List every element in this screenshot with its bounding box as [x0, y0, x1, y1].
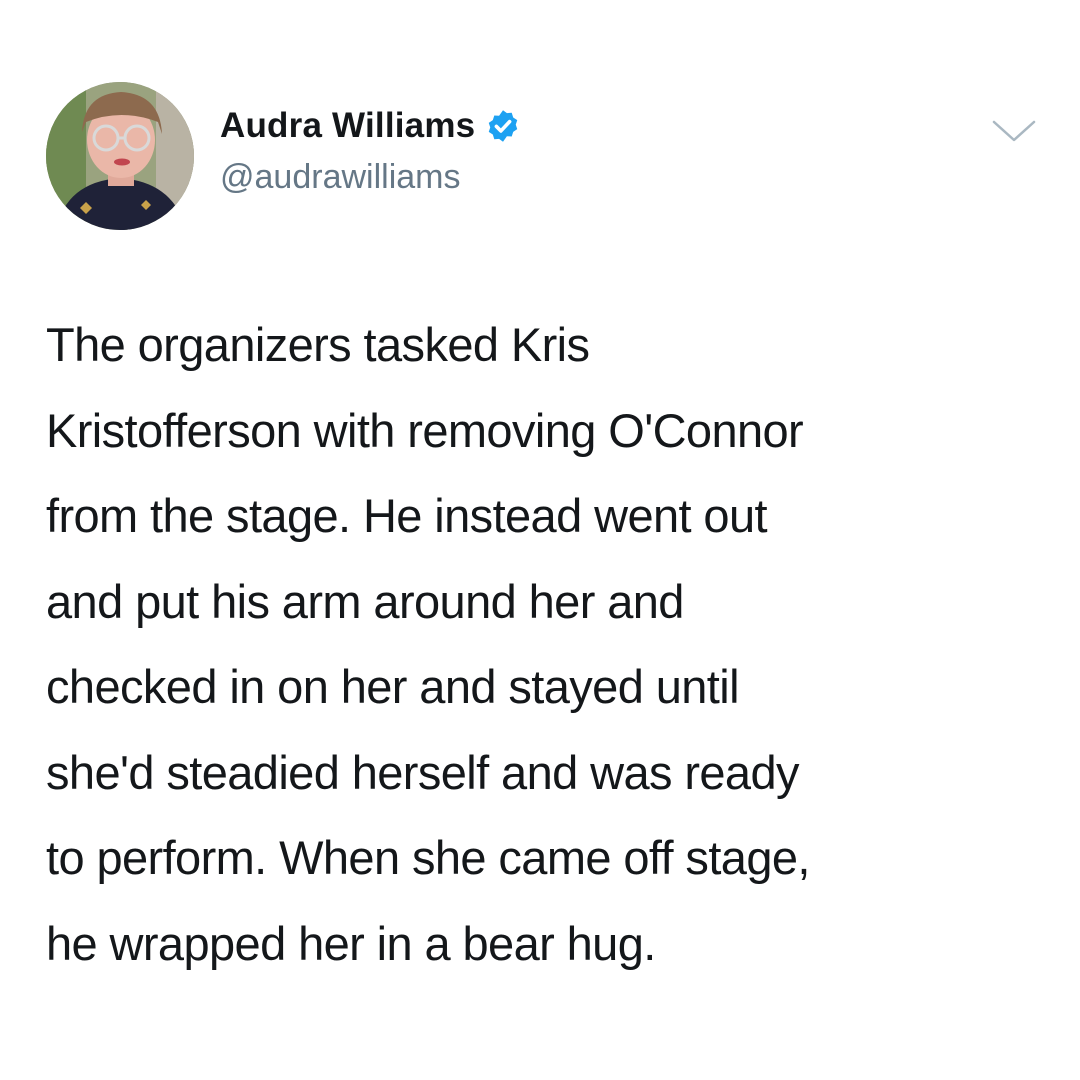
avatar-photo [46, 82, 194, 230]
verified-badge-icon [489, 110, 518, 142]
author-display-name[interactable]: Audra Williams [220, 106, 475, 146]
tweet-card: Audra Williams @audrawilliams The organi… [0, 0, 1080, 1080]
tweet-text: The organizers tasked Kris Kristofferson… [46, 318, 810, 970]
author-name-row[interactable]: Audra Williams [220, 104, 521, 148]
author-handle[interactable]: @audrawilliams [220, 158, 460, 197]
avatar[interactable] [46, 82, 194, 230]
chevron-down-icon[interactable] [990, 118, 1038, 146]
